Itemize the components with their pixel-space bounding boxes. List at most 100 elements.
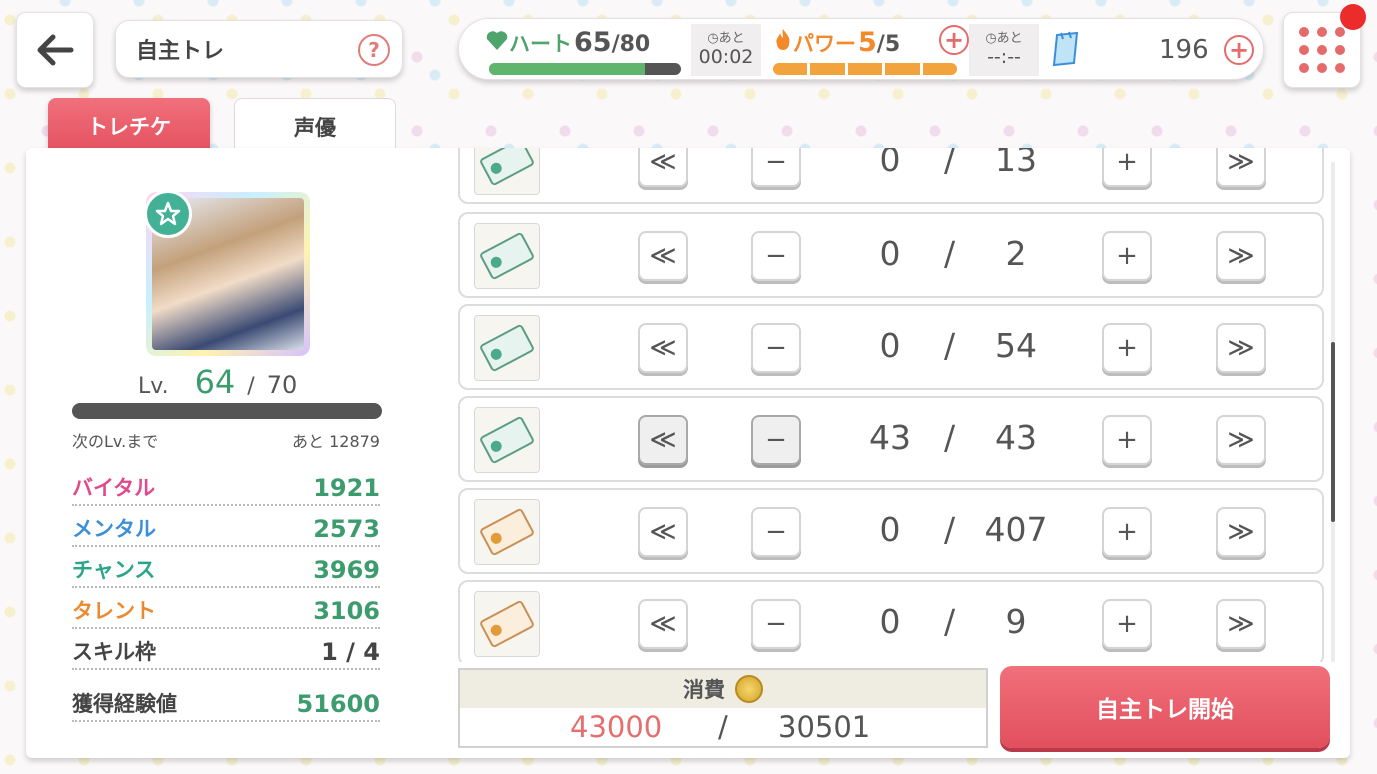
minus-button[interactable]: − xyxy=(751,148,801,187)
power-max: /5 xyxy=(876,32,901,57)
heart-bar xyxy=(489,63,681,75)
power-segment xyxy=(810,63,845,75)
coin-icon xyxy=(735,675,763,703)
scrollbar-thumb[interactable] xyxy=(1331,342,1335,522)
max-button[interactable]: ≫ xyxy=(1216,599,1266,649)
level-label: Lv. xyxy=(138,374,169,399)
tab-training-ticket[interactable]: トレチケ xyxy=(48,98,210,154)
plus-button[interactable]: + xyxy=(1102,231,1152,281)
heart-label: ハート xyxy=(509,32,572,56)
minus-button[interactable]: − xyxy=(751,599,801,649)
minus-button[interactable]: − xyxy=(751,507,801,557)
min-button[interactable]: ≪ xyxy=(638,507,688,557)
ticket-owned-count: 9 xyxy=(1005,602,1027,641)
start-training-button[interactable]: 自主トレ開始 xyxy=(1000,666,1330,748)
ticket-count-separator: / xyxy=(944,234,956,273)
currency-amount: 196 xyxy=(1159,35,1209,65)
ticket-icon xyxy=(474,499,540,565)
stat-value: 1921 xyxy=(313,474,380,502)
stat-value: 3969 xyxy=(313,556,380,584)
ticket-used-count: 0 xyxy=(879,602,901,641)
power-segment xyxy=(847,63,883,75)
min-button[interactable]: ≪ xyxy=(638,323,688,373)
max-button[interactable]: ≫ xyxy=(1216,507,1266,557)
ticket-used-count: 0 xyxy=(879,148,901,179)
stat-value: 51600 xyxy=(296,690,381,718)
level-display: Lv. 64 / 70 xyxy=(138,363,297,401)
plus-button[interactable]: + xyxy=(1102,507,1152,557)
minus-button[interactable]: − xyxy=(751,231,801,281)
ticket-row: ≪ − + ≫ 0 / 9 xyxy=(458,580,1324,662)
ticket-used-count: 43 xyxy=(869,418,911,457)
ticket-row: ≪ − + ≫ 0 / 13 xyxy=(458,148,1324,204)
heart-current: 65 xyxy=(574,27,612,58)
star-icon xyxy=(144,190,192,238)
cost-needed: 43000 xyxy=(570,710,663,744)
ticket-owned-count: 13 xyxy=(995,148,1037,179)
power-label: パワー xyxy=(793,32,856,56)
exp-bar xyxy=(72,403,382,419)
power-timer-value: --:-- xyxy=(987,45,1021,68)
ticket-count-separator: / xyxy=(944,326,956,365)
stat-name: バイタル xyxy=(72,476,156,500)
ticket-owned-count: 2 xyxy=(1005,234,1027,273)
stat-name: チャンス xyxy=(72,558,156,582)
ticket-list[interactable]: ≪ − + ≫ 0 / 13 ≪ − + ≫ 0 / 2 ≪ − + ≫ 0 / 54 ≪ − + ≫ 43 / 43 ≪ − + ≫ 0 / 40… xyxy=(458,148,1324,662)
ticket-owned-count: 54 xyxy=(995,326,1037,365)
power-segment xyxy=(773,63,808,75)
clock-icon: ◷ xyxy=(985,30,997,46)
scrollbar[interactable] xyxy=(1331,162,1335,662)
plus-button[interactable]: + xyxy=(1102,323,1152,373)
min-button[interactable]: ≪ xyxy=(638,599,688,649)
level-max: 70 xyxy=(266,371,298,399)
currency-add-button[interactable]: + xyxy=(1224,35,1254,65)
ticket-row: ≪ − + ≫ 0 / 2 xyxy=(458,212,1324,298)
stat-row: メンタル 2573 xyxy=(72,511,380,547)
next-level-label: 次のLv.まで xyxy=(72,432,159,451)
ticket-count-separator: / xyxy=(944,510,956,549)
flame-icon xyxy=(776,29,790,50)
power-stamina: パワー 5 /5 + xyxy=(773,25,969,75)
stat-name: 獲得経験値 xyxy=(72,692,177,716)
stat-value: 2573 xyxy=(313,515,380,543)
cost-label: 消費 xyxy=(683,678,725,702)
heart-bar-fill xyxy=(489,63,645,75)
power-bar xyxy=(773,63,957,75)
ticket-row: ≪ − + ≫ 43 / 43 xyxy=(458,396,1324,482)
stat-name: スキル枠 xyxy=(72,640,156,664)
minus-button[interactable]: − xyxy=(751,323,801,373)
min-button[interactable]: ≪ xyxy=(638,415,688,465)
max-button[interactable]: ≫ xyxy=(1216,415,1266,465)
heart-icon xyxy=(486,31,508,50)
heart-stamina: ハート 65 /80 xyxy=(485,25,681,75)
stat-row: チャンス 3969 xyxy=(72,552,380,588)
power-segment xyxy=(885,63,920,75)
ticket-used-count: 0 xyxy=(879,234,901,273)
minus-button[interactable]: − xyxy=(751,415,801,465)
min-button[interactable]: ≪ xyxy=(638,148,688,187)
heart-timer: ◷あと 00:02 xyxy=(691,24,761,76)
plus-button[interactable]: + xyxy=(1102,148,1152,187)
plus-button[interactable]: + xyxy=(1102,599,1152,649)
cost-box: 消費 43000 / 30501 xyxy=(458,668,988,748)
heart-timer-label: あと xyxy=(718,30,745,46)
ticket-owned-count: 407 xyxy=(984,510,1048,549)
ticket-icon xyxy=(474,407,540,473)
stat-value: 3106 xyxy=(313,597,380,625)
back-button[interactable] xyxy=(16,12,94,88)
screen-title: 自主トレ xyxy=(136,39,225,64)
max-button[interactable]: ≫ xyxy=(1216,148,1266,187)
ticket-count-separator: / xyxy=(944,148,956,179)
arrow-left-icon xyxy=(37,34,74,66)
help-icon[interactable]: ? xyxy=(358,34,390,66)
power-current: 5 xyxy=(858,27,877,58)
power-recover-button[interactable]: + xyxy=(939,25,969,55)
level-current: 64 xyxy=(194,363,236,401)
tab-voice-actor[interactable]: 声優 xyxy=(234,98,396,154)
stat-row: 獲得経験値 51600 xyxy=(72,686,380,722)
max-button[interactable]: ≫ xyxy=(1216,231,1266,281)
min-button[interactable]: ≪ xyxy=(638,231,688,281)
plus-button[interactable]: + xyxy=(1102,415,1152,465)
max-button[interactable]: ≫ xyxy=(1216,323,1266,373)
stat-row: タレント 3106 xyxy=(72,593,380,629)
